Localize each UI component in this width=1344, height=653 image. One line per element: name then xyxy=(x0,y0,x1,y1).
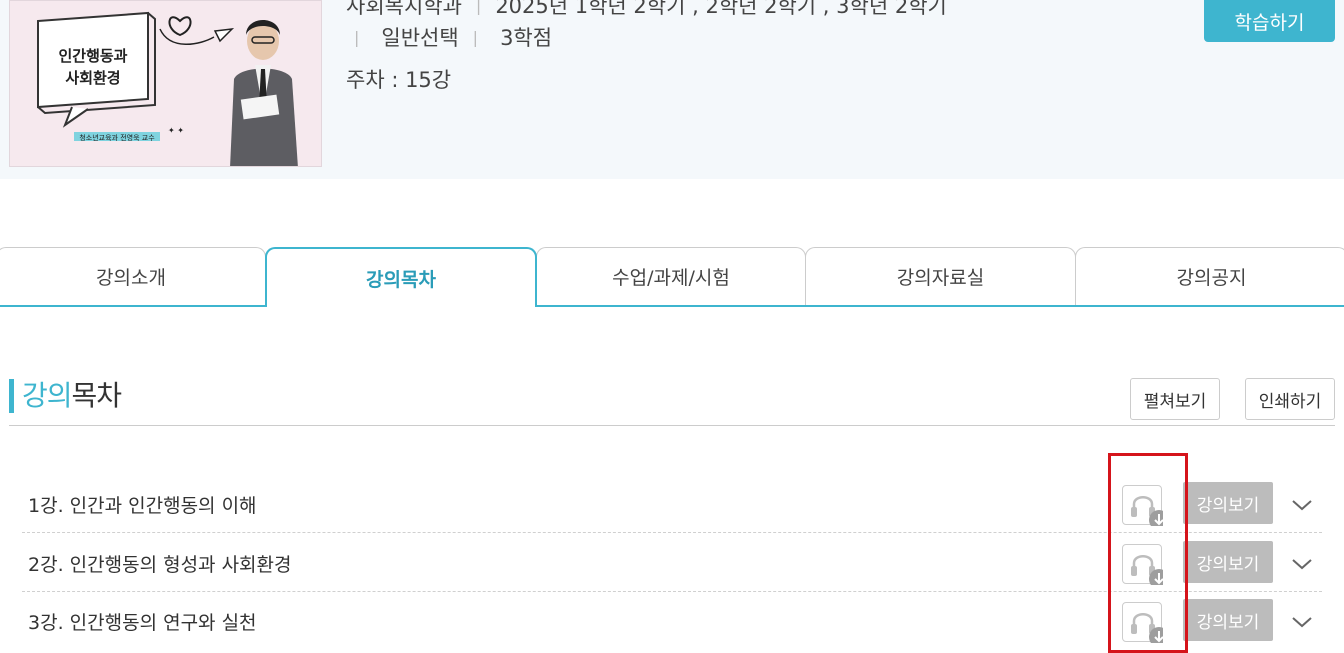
tab-intro[interactable]: 강의소개 xyxy=(0,247,266,305)
lecture-title: 3강. 인간행동의 연구와 실천 xyxy=(28,612,257,634)
study-button[interactable]: 학습하기 xyxy=(1204,0,1335,42)
audio-download-button[interactable] xyxy=(1122,544,1163,585)
chevron-down-icon[interactable] xyxy=(1290,610,1314,634)
chevron-down-icon[interactable] xyxy=(1290,552,1314,576)
section-divider xyxy=(9,425,1335,426)
headphones-download-icon xyxy=(1131,555,1163,585)
thumb-title-line2: 사회환경 xyxy=(65,69,120,87)
course-tabs: 강의소개 강의목차 수업/과제/시험 강의자료실 강의공지 xyxy=(0,247,1344,307)
course-meta-line2: | 일반선택 | 3학점 xyxy=(354,22,552,52)
course-thumbnail: 인간행동과 사회환경 청소년교육과 전영욱 교수 ✦ ✦ xyxy=(9,0,322,167)
divider: | xyxy=(472,28,479,47)
audio-download-button[interactable] xyxy=(1122,485,1163,526)
chevron-down-icon[interactable] xyxy=(1290,493,1314,517)
lecture-row: 2강. 인간행동의 형성과 사회환경 강의보기 xyxy=(22,534,1322,592)
tab-contents[interactable]: 강의목차 xyxy=(265,247,537,307)
tab-notices[interactable]: 강의공지 xyxy=(1075,247,1344,305)
svg-text:✦ ✦: ✦ ✦ xyxy=(168,126,184,135)
view-lecture-button[interactable]: 강의보기 xyxy=(1183,541,1273,583)
view-lecture-button[interactable]: 강의보기 xyxy=(1183,599,1273,641)
thumb-caption: 청소년교육과 전영욱 교수 xyxy=(79,133,155,142)
lecture-row: 1강. 인간과 인간행동의 이해 강의보기 xyxy=(22,475,1322,533)
lecture-title: 1강. 인간과 인간행동의 이해 xyxy=(28,495,257,517)
credits: 3학점 xyxy=(500,26,553,50)
department: 사회복지학과 xyxy=(346,0,462,18)
print-button[interactable]: 인쇄하기 xyxy=(1245,378,1335,420)
tab-class-assignment-exam[interactable]: 수업/과제/시험 xyxy=(536,247,806,305)
divider: | xyxy=(475,0,482,15)
lecture-row: 3강. 인간행동의 연구와 실천 강의보기 xyxy=(22,592,1322,650)
view-lecture-button[interactable]: 강의보기 xyxy=(1183,482,1273,524)
section-title: 강의목차 xyxy=(9,379,123,413)
category: 일반선택 xyxy=(381,26,459,50)
grades: 2025년 1학년 2학기 , 2학년 2학기 , 3학년 2학기 xyxy=(495,0,947,18)
tabs-underline xyxy=(0,305,1344,307)
audio-download-button[interactable] xyxy=(1122,602,1163,643)
divider: | xyxy=(354,28,360,47)
course-meta-line1: 사회복지학과 | 2025년 1학년 2학기 , 2학년 2학기 , 3학년 2학기 xyxy=(346,0,1146,20)
tab-materials[interactable]: 강의자료실 xyxy=(805,247,1076,305)
section-title-accent: 강의 xyxy=(22,379,73,412)
headphones-download-icon xyxy=(1131,613,1163,643)
week-count: 주차 : 15강 xyxy=(346,68,452,92)
thumb-title-line1: 인간행동과 xyxy=(58,47,127,65)
section-title-rest: 목차 xyxy=(71,379,123,412)
headphones-download-icon xyxy=(1131,496,1163,526)
lecture-title: 2강. 인간행동의 형성과 사회환경 xyxy=(28,554,292,576)
expand-all-button[interactable]: 펼쳐보기 xyxy=(1130,378,1220,420)
